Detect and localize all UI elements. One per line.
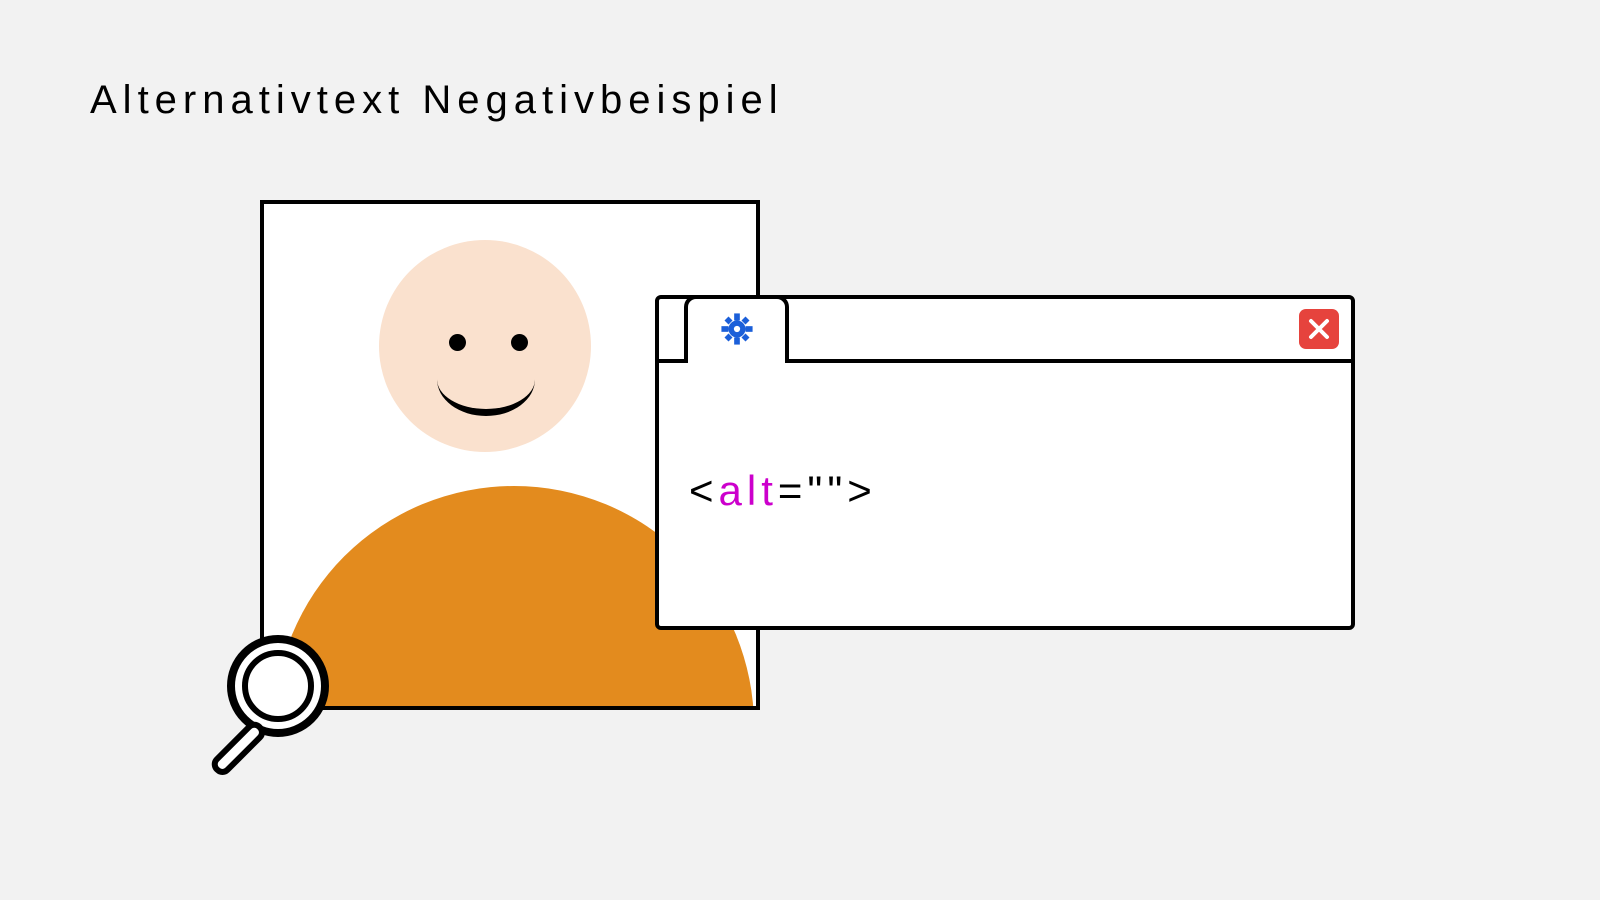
browser-tab [684, 295, 789, 359]
code-snippet: <alt=""> [689, 467, 877, 515]
code-suffix: =""> [778, 467, 877, 514]
tab-bottom-mask [688, 356, 785, 364]
smile-icon [437, 346, 535, 416]
code-attribute: alt [719, 467, 778, 514]
person-head-shape [379, 240, 591, 452]
magnifier-icon [198, 626, 348, 776]
page-title: Alternativtext Negativbeispiel [90, 78, 784, 123]
code-prefix: < [689, 467, 719, 514]
gear-icon [720, 312, 754, 346]
close-icon [1299, 309, 1339, 349]
illustration-stage: <alt=""> [260, 200, 1360, 840]
browser-window: <alt=""> [655, 295, 1355, 630]
